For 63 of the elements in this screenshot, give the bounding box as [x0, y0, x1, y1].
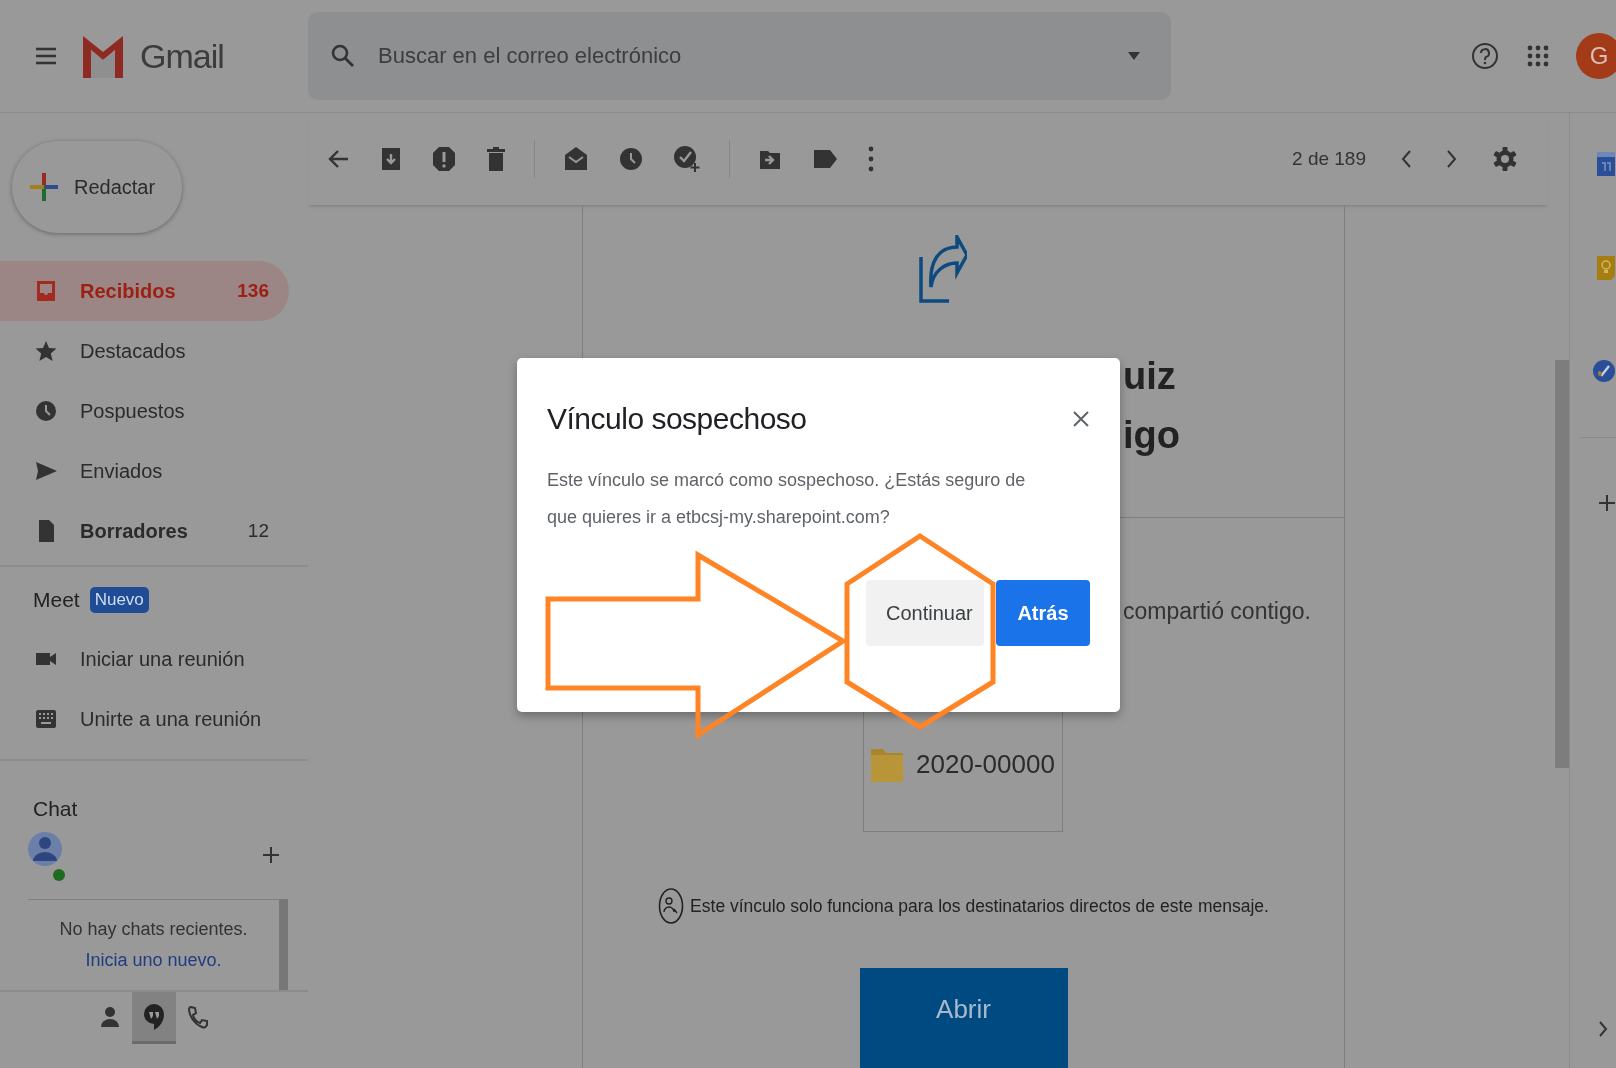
more-options-icon[interactable]	[868, 146, 874, 172]
scrollbar-thumb[interactable]	[1555, 360, 1569, 768]
add-task-icon[interactable]	[673, 145, 701, 173]
meet-item[interactable]: Unirte a una reunión	[0, 689, 289, 749]
empty-chat-text: No hay chats recientes.	[59, 919, 248, 940]
add-icon[interactable]	[262, 846, 280, 864]
previous-icon[interactable]	[1400, 149, 1412, 169]
back-button[interactable]: Atrás	[996, 580, 1090, 646]
spam-icon[interactable]	[432, 146, 456, 172]
settings-icon[interactable]	[1492, 146, 1518, 172]
archive-icon[interactable]	[380, 146, 402, 172]
shared-text: compartió contigo.	[1123, 598, 1311, 625]
clock-icon[interactable]	[619, 147, 643, 171]
search-field[interactable]: Buscar en el correo electrónico	[376, 42, 1107, 70]
clock-icon	[34, 399, 58, 423]
heading-text: uiz	[1123, 355, 1177, 398]
add-icon[interactable]	[1598, 494, 1616, 512]
nav-item[interactable]: Pospuestos	[0, 381, 289, 441]
continue-button[interactable]: Continuar	[866, 580, 984, 646]
apps-grid-icon[interactable]	[1526, 44, 1550, 68]
calendar-icon[interactable]	[1596, 151, 1616, 177]
plus-icon	[28, 171, 60, 203]
dialog-message: Este vínculo se marcó como sospechoso. ¿Estás seguro de que quieres ir a etbcsj-my.sharepoint.com?	[547, 469, 1027, 529]
section-title: Chat	[32, 797, 79, 821]
section-title: Meet	[33, 588, 80, 612]
account-avatar[interactable]: G	[1576, 33, 1616, 79]
send-icon	[34, 459, 58, 483]
open-button[interactable]: Abrir	[859, 968, 1068, 1068]
nav-item[interactable]: Enviados	[0, 441, 289, 501]
heading-text: igo	[1123, 414, 1180, 457]
meet-item[interactable]: Iniciar una reunión	[0, 629, 289, 689]
next-icon[interactable]	[1446, 149, 1458, 169]
notice-text: Este vínculo solo funciona para los destinatarios directos de este mensaje.	[690, 895, 1269, 917]
compose-button[interactable]: Redactar	[12, 141, 182, 233]
start-chat-link[interactable]: Inicia uno nuevo.	[85, 950, 222, 971]
new-badge: Nuevo	[89, 587, 149, 613]
label-icon[interactable]	[812, 148, 838, 170]
chat-bubble-tab[interactable]	[132, 992, 176, 1044]
expand-chevron-icon[interactable]	[1598, 1020, 1608, 1038]
dropdown-caret-icon[interactable]	[1127, 51, 1141, 61]
chat-bubble-icon	[143, 1002, 165, 1031]
inbox-icon	[34, 279, 58, 303]
back-arrow-icon[interactable]	[328, 148, 350, 170]
search-bar[interactable]: Buscar en el correo electrónico	[308, 12, 1171, 100]
pagination-text: 2 de 189	[1292, 148, 1366, 170]
phone-icon	[187, 1004, 209, 1029]
search-icon[interactable]	[330, 43, 356, 69]
star-icon	[34, 339, 58, 363]
menu-icon[interactable]	[34, 46, 58, 66]
nav-item[interactable]: Destacados	[0, 321, 289, 381]
mark-unread-icon[interactable]	[563, 146, 589, 172]
dialog-title: Vínculo sospechoso	[547, 402, 807, 436]
close-icon[interactable]	[1072, 410, 1090, 428]
keyboard-icon	[34, 707, 58, 731]
nav-item[interactable]: Borradores 12	[0, 501, 289, 561]
trash-icon[interactable]	[486, 146, 506, 172]
help-icon[interactable]	[1470, 41, 1500, 71]
tasks-check-icon[interactable]	[1592, 359, 1616, 383]
person-icon	[100, 1004, 120, 1029]
share-icon	[916, 235, 967, 303]
folder-icon	[870, 746, 905, 783]
people-icon	[658, 888, 685, 924]
app-name: Gmail	[140, 36, 224, 76]
